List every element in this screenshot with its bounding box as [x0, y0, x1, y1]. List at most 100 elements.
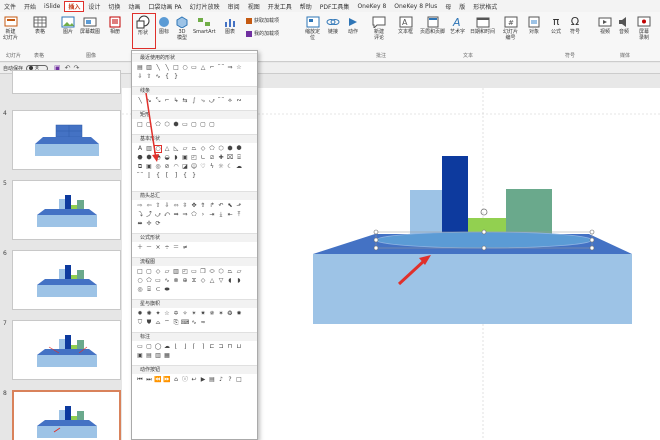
flowchart-merge-icon[interactable]: ▽ [217, 277, 225, 285]
curved-up-arrow-icon[interactable]: ⤻ [154, 211, 162, 219]
slide-number-button[interactable]: # 幻灯片 编号 [503, 16, 518, 41]
flowchart-offpage-icon[interactable]: ⬠ [145, 277, 153, 285]
datetime-button[interactable]: 日期和时间 [470, 16, 495, 35]
menu-tab[interactable]: 版 [455, 2, 469, 11]
flowchart-decision-icon[interactable]: ◇ [154, 268, 162, 276]
right-bracket-icon[interactable]: ] [172, 172, 180, 180]
action-info-icon[interactable]: ⓘ [181, 376, 189, 384]
equal-icon[interactable]: ＝ [172, 244, 180, 252]
quad-arrow-callout-icon[interactable]: ✢ [145, 220, 153, 228]
flowchart-or-icon[interactable]: ⊕ [181, 277, 189, 285]
callout-border-icon[interactable]: ▦ [163, 352, 171, 360]
action-forward-icon[interactable]: ⏭ [145, 376, 153, 384]
menu-tab[interactable]: 形状格式 [469, 2, 501, 11]
flowchart-manual-operation-icon[interactable]: ⏥ [235, 268, 243, 276]
curved-right-arrow-icon[interactable]: ⤵ [136, 211, 144, 219]
not-equal-icon[interactable]: ≠ [181, 244, 189, 252]
equation-button[interactable]: π 公式 [551, 16, 561, 36]
wave-icon[interactable]: ∿ [190, 319, 198, 327]
rotate-handle-icon[interactable] [480, 208, 488, 216]
flowchart-document-icon[interactable]: ▭ [190, 268, 198, 276]
arc-icon[interactable]: ⌒ [136, 172, 144, 180]
slide-thumbnail[interactable] [12, 180, 121, 240]
slide-thumbnail[interactable] [12, 110, 121, 170]
down-arrow-icon[interactable]: ⇩ [163, 202, 171, 210]
callout-border-icon[interactable]: ▥ [154, 352, 162, 360]
star-12-icon[interactable]: ✵ [208, 310, 216, 318]
action-blank-icon[interactable]: □ [235, 376, 243, 384]
wordart-button[interactable]: A 艺术字 [450, 16, 465, 35]
action-document-icon[interactable]: ▤ [208, 376, 216, 384]
star-6-icon[interactable]: ✡ [172, 310, 180, 318]
slide-thumbnail[interactable] [12, 250, 121, 310]
left-bracket-icon[interactable]: [ [163, 172, 171, 180]
down-arrow-callout-icon[interactable]: ⤓ [217, 211, 225, 219]
flowchart-process-icon[interactable]: □ [136, 268, 144, 276]
curved-down-arrow-icon[interactable]: ⤺ [163, 211, 171, 219]
callout-rounded-icon[interactable]: ▢ [145, 343, 153, 351]
table-button[interactable]: 表格 [33, 16, 47, 35]
flowchart-sequential-storage-icon[interactable]: ◎ [136, 286, 144, 294]
star-32-icon[interactable]: ✸ [235, 310, 243, 318]
explosion-icon[interactable]: ✺ [145, 310, 153, 318]
callout-line-icon[interactable]: ⌉ [199, 343, 207, 351]
callout-accent-icon[interactable]: ⊐ [217, 343, 225, 351]
zoom-button[interactable]: 缩放定 位 [305, 16, 320, 41]
callout-cloud-icon[interactable]: ☁ [163, 343, 171, 351]
flowchart-preparation-icon[interactable]: ⬡ [217, 268, 225, 276]
new-slide-button[interactable]: 新建 幻灯片 [3, 16, 18, 41]
flowchart-display-icon[interactable]: ⬬ [163, 286, 171, 294]
flowchart-connector-icon[interactable]: ○ [136, 277, 144, 285]
header-footer-button[interactable]: 页眉和页脚 [420, 16, 445, 35]
left-arrow-callout-icon[interactable]: ⇤ [226, 211, 234, 219]
symbol-button[interactable]: Ω 符号 [570, 16, 580, 36]
album-button[interactable]: 相册 [108, 16, 122, 35]
double-bracket-icon[interactable]: ⟦ [145, 172, 153, 180]
resize-handle[interactable] [373, 237, 379, 243]
slide-thumbnail-selected[interactable] [12, 390, 121, 440]
flowchart-sort-icon[interactable]: ◇ [199, 277, 207, 285]
star-7-icon[interactable]: ✧ [181, 310, 189, 318]
star-8-icon[interactable]: ✴ [190, 310, 198, 318]
action-return-icon[interactable]: ↩ [190, 376, 198, 384]
object-button[interactable]: 对象 [527, 16, 541, 35]
up-arrow-callout-icon[interactable]: ⤒ [235, 211, 243, 219]
flowchart-multidocument-icon[interactable]: ❐ [199, 268, 207, 276]
flowchart-punched-tape-icon[interactable]: ∿ [163, 277, 171, 285]
left-brace-icon[interactable]: { [181, 172, 189, 180]
menu-tab[interactable]: 口袋动画 PA [144, 2, 185, 11]
resize-handle[interactable] [589, 237, 595, 243]
flowchart-delay-icon[interactable]: ◗ [235, 277, 243, 285]
flowchart-summing-junction-icon[interactable]: ⊗ [172, 277, 180, 285]
menu-tab[interactable]: 母 [441, 2, 455, 11]
slide-thumbnail[interactable] [12, 320, 121, 380]
callout-line-icon[interactable]: ⌊ [172, 343, 180, 351]
star-5-icon[interactable]: ☆ [163, 310, 171, 318]
selected-ellipse[interactable] [375, 231, 593, 249]
menu-tab[interactable]: 动画 [124, 2, 144, 11]
flowchart-alternate-icon[interactable]: ▢ [145, 268, 153, 276]
right-brace-icon[interactable]: } [190, 172, 198, 180]
callout-accent-icon[interactable]: ⊓ [226, 343, 234, 351]
vertical-scroll-icon[interactable]: ⎘ [172, 319, 180, 327]
action-sound-icon[interactable]: ♪ [217, 376, 225, 384]
ribbon-down-icon[interactable]: ⛊ [145, 319, 153, 327]
menu-tab[interactable]: OneKey 8 Plus [390, 3, 441, 10]
up-down-arrow-icon[interactable]: ⇳ [181, 202, 189, 210]
menu-tab[interactable]: 开发工具 [264, 2, 296, 11]
audio-button[interactable]: 音频 [617, 16, 631, 35]
action-beginning-icon[interactable]: ⏪ [154, 376, 162, 384]
action-help-icon[interactable]: ? [226, 376, 234, 384]
callout-accent-icon[interactable]: ⊏ [208, 343, 216, 351]
get-addins-button[interactable]: 获取加载项 [246, 18, 279, 24]
left-up-arrow-icon[interactable]: ⬉ [226, 202, 234, 210]
picture-button[interactable]: 图片 [61, 16, 75, 35]
video-button[interactable]: 视频 [598, 16, 612, 35]
menu-tab[interactable]: 视图 [244, 2, 264, 11]
screen-record-button[interactable]: 屏幕 录制 [637, 16, 651, 41]
menu-tab[interactable]: 开始 [20, 2, 40, 11]
model3d-button[interactable]: 3D 模型 [175, 16, 189, 41]
left-arrow-icon[interactable]: ⇦ [145, 202, 153, 210]
explosion-icon[interactable]: ✹ [136, 310, 144, 318]
notched-right-arrow-icon[interactable]: ⇒ [181, 211, 189, 219]
